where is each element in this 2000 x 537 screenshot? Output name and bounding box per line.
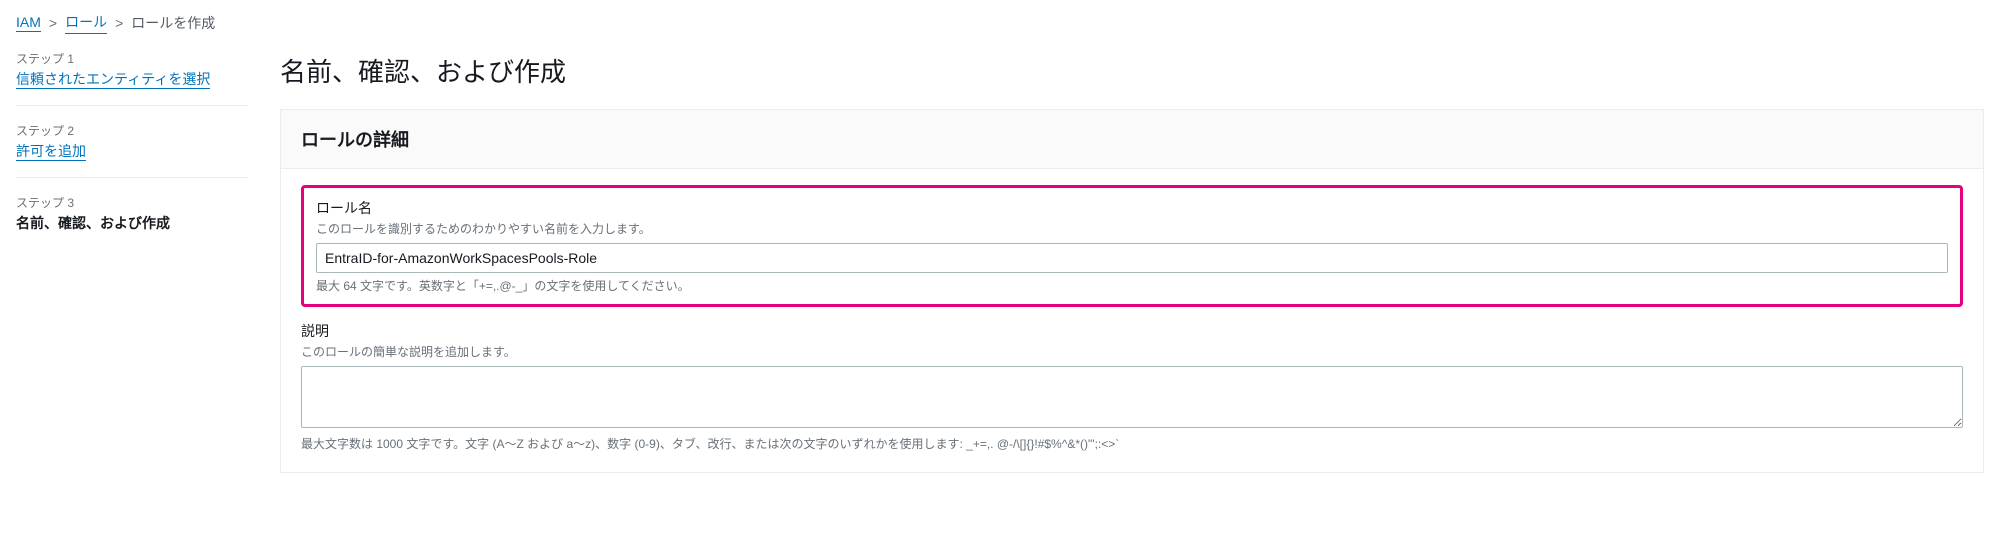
role-name-hint: このロールを識別するためのわかりやすい名前を入力します。 (316, 220, 1948, 237)
page-title: 名前、確認、および作成 (280, 50, 1984, 89)
role-name-label: ロール名 (316, 198, 1948, 218)
breadcrumb-iam[interactable]: IAM (16, 14, 41, 32)
role-name-input[interactable] (316, 243, 1948, 273)
wizard-step-3: ステップ 3 名前、確認、および作成 (16, 194, 248, 249)
panel-title: ロールの詳細 (301, 126, 1963, 152)
step-number-label: ステップ 1 (16, 50, 248, 67)
description-label: 説明 (301, 321, 1963, 341)
chevron-right-icon: > (49, 15, 57, 31)
step-number-label: ステップ 3 (16, 194, 248, 211)
panel-body: ロール名 このロールを識別するためのわかりやすい名前を入力します。 最大 64 … (281, 169, 1983, 472)
main-content: 名前、確認、および作成 ロールの詳細 ロール名 このロールを識別するためのわかり… (280, 50, 1984, 473)
description-field-group: 説明 このロールの簡単な説明を追加します。 最大文字数は 1000 文字です。文… (301, 321, 1963, 452)
role-details-panel: ロールの詳細 ロール名 このロールを識別するためのわかりやすい名前を入力します。… (280, 109, 1984, 473)
step-active-name-review: 名前、確認、および作成 (16, 213, 248, 233)
description-constraint: 最大文字数は 1000 文字です。文字 (A～Z および a～z)、数字 (0-… (301, 435, 1963, 452)
role-name-highlight: ロール名 このロールを識別するためのわかりやすい名前を入力します。 最大 64 … (301, 185, 1963, 307)
step-number-label: ステップ 2 (16, 122, 248, 139)
description-textarea[interactable] (301, 366, 1963, 428)
breadcrumb-current: ロールを作成 (131, 13, 215, 33)
wizard-step-2: ステップ 2 許可を追加 (16, 122, 248, 178)
panel-header: ロールの詳細 (281, 110, 1983, 169)
wizard-step-1: ステップ 1 信頼されたエンティティを選択 (16, 50, 248, 106)
breadcrumb: IAM > ロール > ロールを作成 (16, 12, 1984, 34)
step-link-permissions[interactable]: 許可を追加 (16, 143, 86, 161)
breadcrumb-roles[interactable]: ロール (65, 12, 107, 34)
wizard-steps-sidebar: ステップ 1 信頼されたエンティティを選択 ステップ 2 許可を追加 ステップ … (16, 50, 248, 473)
step-link-trusted-entity[interactable]: 信頼されたエンティティを選択 (16, 71, 210, 89)
role-name-constraint: 最大 64 文字です。英数字と「+=,.@-_」の文字を使用してください。 (316, 277, 1948, 294)
description-hint: このロールの簡単な説明を追加します。 (301, 343, 1963, 360)
chevron-right-icon: > (115, 15, 123, 31)
role-name-field-group: ロール名 このロールを識別するためのわかりやすい名前を入力します。 最大 64 … (316, 198, 1948, 294)
